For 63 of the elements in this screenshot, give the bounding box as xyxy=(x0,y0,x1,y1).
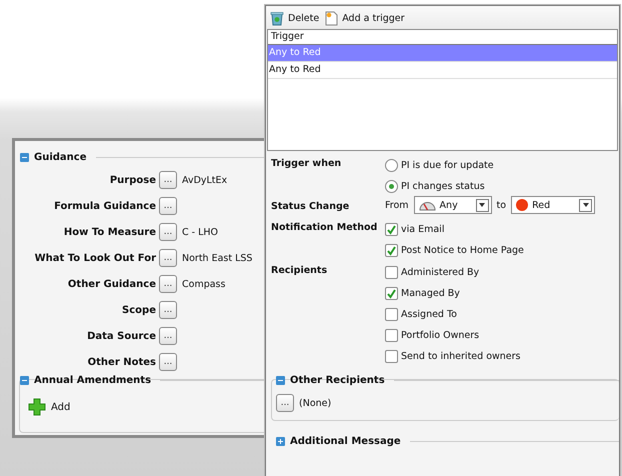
field-label: What To Look Out For xyxy=(34,252,156,264)
option-label: Portfolio Owners xyxy=(401,330,480,340)
browse-button[interactable]: ... xyxy=(276,394,294,412)
option-label: Post Notice to Home Page xyxy=(401,244,524,256)
bin-icon xyxy=(270,11,284,26)
section-title: Additional Message xyxy=(290,436,401,446)
checkbox[interactable] xyxy=(385,266,398,278)
field-value: North East LSS xyxy=(182,252,254,264)
field-label: Scope xyxy=(121,304,156,316)
add-button[interactable]: Add xyxy=(28,398,76,416)
status-dropdown[interactable]: Red xyxy=(511,196,596,214)
form-label: Trigger when xyxy=(271,158,342,171)
option-label: via Email xyxy=(401,224,444,234)
collapse-icon[interactable] xyxy=(20,152,29,162)
radio-button[interactable] xyxy=(385,180,398,192)
field-value: AvDyLtEx xyxy=(182,174,228,186)
checkbox[interactable] xyxy=(385,308,398,320)
form-label: Recipients xyxy=(271,265,328,278)
field-label: Other Notes xyxy=(86,356,156,368)
option-label: Managed By xyxy=(401,288,460,298)
recipients-value: (None) xyxy=(299,398,332,408)
browse-button[interactable]: ... xyxy=(159,223,177,241)
browse-button[interactable]: ... xyxy=(159,249,177,267)
browse-button[interactable]: ... xyxy=(159,327,177,345)
field-label: Data Source xyxy=(86,330,156,342)
checkbox[interactable] xyxy=(385,286,398,300)
add-trigger-button[interactable]: Add a trigger xyxy=(325,11,405,26)
delete-button[interactable]: Delete xyxy=(270,11,320,26)
collapse-icon[interactable] xyxy=(20,376,29,384)
option-label: Administered By xyxy=(401,266,480,278)
radio-button[interactable] xyxy=(385,158,398,172)
status-dropdown[interactable]: Any xyxy=(414,196,492,214)
collapse-icon[interactable] xyxy=(276,376,285,384)
field-value: Compass xyxy=(182,278,226,290)
option-label: Send to inherited owners xyxy=(401,350,520,362)
section-title: Other Recipients xyxy=(290,374,385,386)
field-label: Other Guidance xyxy=(66,278,156,290)
field-label: Formula Guidance xyxy=(53,200,156,212)
checkbox[interactable] xyxy=(385,222,398,236)
expand-icon[interactable] xyxy=(276,436,285,446)
new-page-icon xyxy=(325,11,338,26)
checkbox[interactable] xyxy=(385,350,398,362)
option-label: Assigned To xyxy=(401,308,457,320)
checkbox[interactable] xyxy=(385,244,398,256)
gauge-icon xyxy=(418,199,436,211)
plus-icon xyxy=(28,398,46,416)
browse-button[interactable]: ... xyxy=(159,275,177,293)
form-label: Notification Method xyxy=(271,222,378,235)
to-label: to xyxy=(496,200,506,210)
checkbox[interactable] xyxy=(385,328,398,342)
browse-button[interactable]: ... xyxy=(159,171,177,189)
option-label: PI changes status xyxy=(401,180,485,192)
section-title: Guidance xyxy=(34,152,86,162)
option-label: PI is due for update xyxy=(401,160,494,170)
form-label: Status Change xyxy=(271,201,350,214)
from-label: From xyxy=(385,200,409,210)
field-label: Purpose xyxy=(108,174,156,186)
browse-button[interactable]: ... xyxy=(159,353,177,371)
browse-button[interactable]: ... xyxy=(159,301,177,319)
browse-button[interactable]: ... xyxy=(159,197,177,215)
section-title: Annual Amendments xyxy=(34,374,152,386)
list-row[interactable]: Any to Red xyxy=(268,62,617,79)
field-label: How To Measure xyxy=(62,226,156,238)
